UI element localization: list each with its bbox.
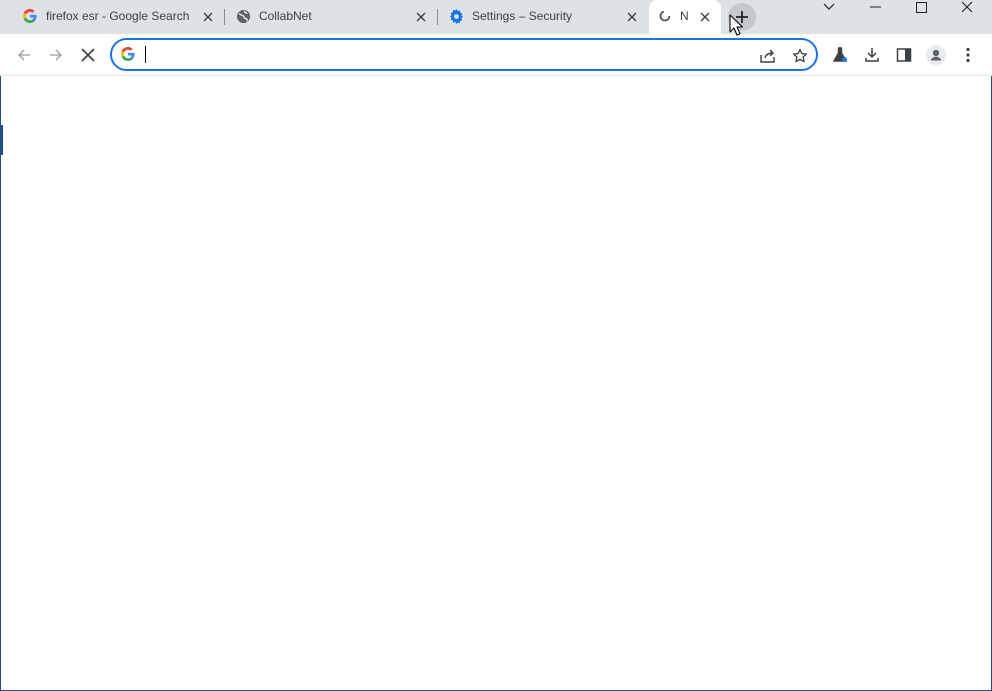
maximize-button[interactable] — [898, 0, 944, 14]
loading-spinner-icon — [657, 8, 673, 24]
close-icon — [81, 48, 95, 62]
maximize-icon — [915, 1, 927, 13]
tab-search-button[interactable] — [806, 0, 852, 14]
downloads-button[interactable] — [860, 43, 884, 67]
close-window-button[interactable] — [944, 0, 990, 14]
window-edge — [0, 125, 3, 155]
address-input[interactable] — [148, 44, 712, 67]
download-icon — [865, 48, 879, 62]
close-tab-icon[interactable] — [413, 9, 429, 25]
tab-title: firefox esr - Google Search — [46, 9, 190, 23]
chevron-down-icon — [823, 3, 835, 10]
arrow-left-icon — [17, 49, 30, 61]
globe-icon — [235, 8, 251, 24]
side-panel-icon — [896, 48, 912, 62]
bookmark-button[interactable] — [790, 46, 810, 66]
arrow-right-icon — [50, 49, 63, 61]
star-icon — [792, 48, 808, 63]
tab-title: CollabNet — [259, 9, 312, 23]
share-icon — [760, 49, 775, 63]
toolbar — [0, 34, 992, 76]
profile-button[interactable] — [924, 43, 948, 67]
google-g-icon — [121, 47, 137, 63]
mouse-pointer-icon — [729, 14, 744, 41]
kebab-menu-icon — [966, 47, 970, 63]
flask-icon — [832, 47, 848, 62]
minimize-icon — [869, 6, 881, 8]
minimize-button[interactable] — [852, 0, 898, 14]
stop-loading-button[interactable] — [75, 42, 101, 68]
labs-button[interactable] — [828, 43, 852, 67]
tab-collabnet[interactable]: CollabNet — [225, 0, 437, 34]
share-button[interactable] — [758, 46, 778, 66]
tab-google-search[interactable]: firefox esr - Google Search — [12, 0, 224, 34]
tab-settings-security[interactable]: Settings – Security — [438, 0, 648, 34]
forward-button[interactable] — [43, 42, 69, 68]
address-bar[interactable] — [110, 38, 818, 71]
gear-icon — [448, 8, 464, 24]
close-icon — [961, 1, 973, 13]
page-content[interactable] — [1, 76, 990, 689]
tab-active-loading[interactable]: N — [649, 0, 721, 34]
tab-strip: firefox esr - Google Search CollabNet Se… — [0, 0, 992, 34]
tab-title: Settings – Security — [472, 9, 573, 23]
close-tab-icon[interactable] — [697, 9, 713, 25]
text-caret — [145, 46, 146, 63]
avatar-icon — [926, 45, 946, 65]
back-button[interactable] — [11, 42, 37, 68]
tab-title: N — [680, 9, 689, 23]
close-tab-icon[interactable] — [200, 9, 216, 25]
google-g-icon — [22, 8, 38, 24]
side-panel-button[interactable] — [892, 43, 916, 67]
close-tab-icon[interactable] — [624, 9, 640, 25]
menu-button[interactable] — [956, 43, 980, 67]
